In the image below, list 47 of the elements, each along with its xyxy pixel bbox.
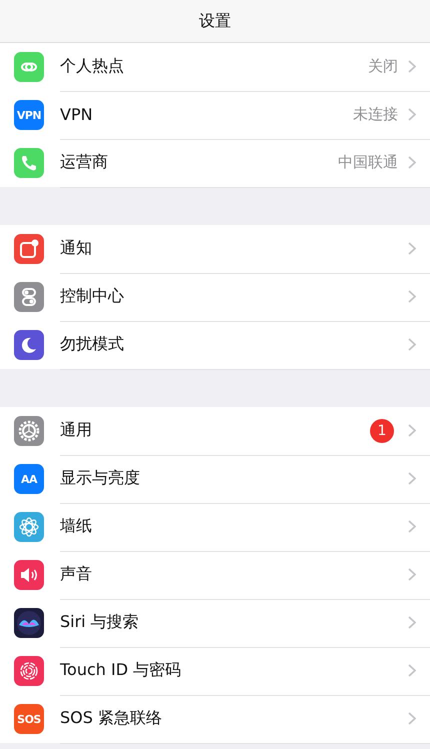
row-label: 运营商: [60, 152, 109, 173]
chevron-icon: [408, 472, 416, 485]
row-value: 关闭: [368, 57, 398, 76]
row-label: VPN: [60, 105, 94, 124]
row-value: 未连接: [353, 105, 398, 124]
chevron-icon: [408, 338, 416, 351]
row-label: 墙纸: [60, 516, 93, 537]
chevron-icon: [408, 290, 416, 303]
row-label: SOS 紧急联络: [60, 708, 163, 729]
settings-row[interactable]: 通知: [0, 225, 430, 273]
page-title: 设置: [199, 10, 231, 32]
settings-row[interactable]: 通用 1: [0, 407, 430, 455]
chevron-icon: [408, 664, 416, 677]
notification-badge: 1: [370, 418, 394, 442]
row-value: 中国联通: [338, 153, 398, 172]
settings-row[interactable]: 运营商 中国联通: [0, 139, 430, 187]
row-label: 控制中心: [60, 286, 125, 307]
settings-row[interactable]: Touch ID 与密码: [0, 647, 430, 695]
chevron-icon: [408, 156, 416, 169]
chevron-icon: [408, 520, 416, 533]
settings-row[interactable]: 个人热点 关闭: [0, 43, 430, 91]
settings-row[interactable]: 控制中心: [0, 273, 430, 321]
app-icon: AA: [14, 464, 44, 494]
chevron-icon: [408, 616, 416, 629]
settings-row[interactable]: Siri 与搜索: [0, 599, 430, 647]
settings-row[interactable]: 声音: [0, 551, 430, 599]
chevron-icon: [408, 568, 416, 581]
chevron-icon: [408, 60, 416, 73]
chevron-icon: [408, 424, 416, 437]
row-label: 通知: [60, 238, 93, 259]
app-icon: VPN: [14, 100, 44, 130]
settings-row[interactable]: VPN VPN 未连接: [0, 91, 430, 139]
chevron-icon: [408, 712, 416, 725]
row-label: 勿扰模式: [60, 334, 125, 355]
row-label: 通用: [60, 420, 93, 441]
row-label: 显示与亮度: [60, 468, 141, 489]
app-icon: SOS: [14, 704, 44, 734]
settings-row[interactable]: SOS SOS 紧急联络: [0, 695, 430, 743]
row-label: 个人热点: [60, 56, 125, 77]
row-label: Touch ID 与密码: [60, 660, 182, 681]
row-label: 声音: [60, 564, 93, 585]
settings-row[interactable]: AA 显示与亮度: [0, 455, 430, 503]
chevron-icon: [408, 242, 416, 255]
settings-row[interactable]: 墙纸: [0, 503, 430, 551]
settings-row[interactable]: 勿扰模式: [0, 321, 430, 369]
chevron-icon: [408, 108, 416, 121]
row-label: Siri 与搜索: [60, 612, 140, 633]
